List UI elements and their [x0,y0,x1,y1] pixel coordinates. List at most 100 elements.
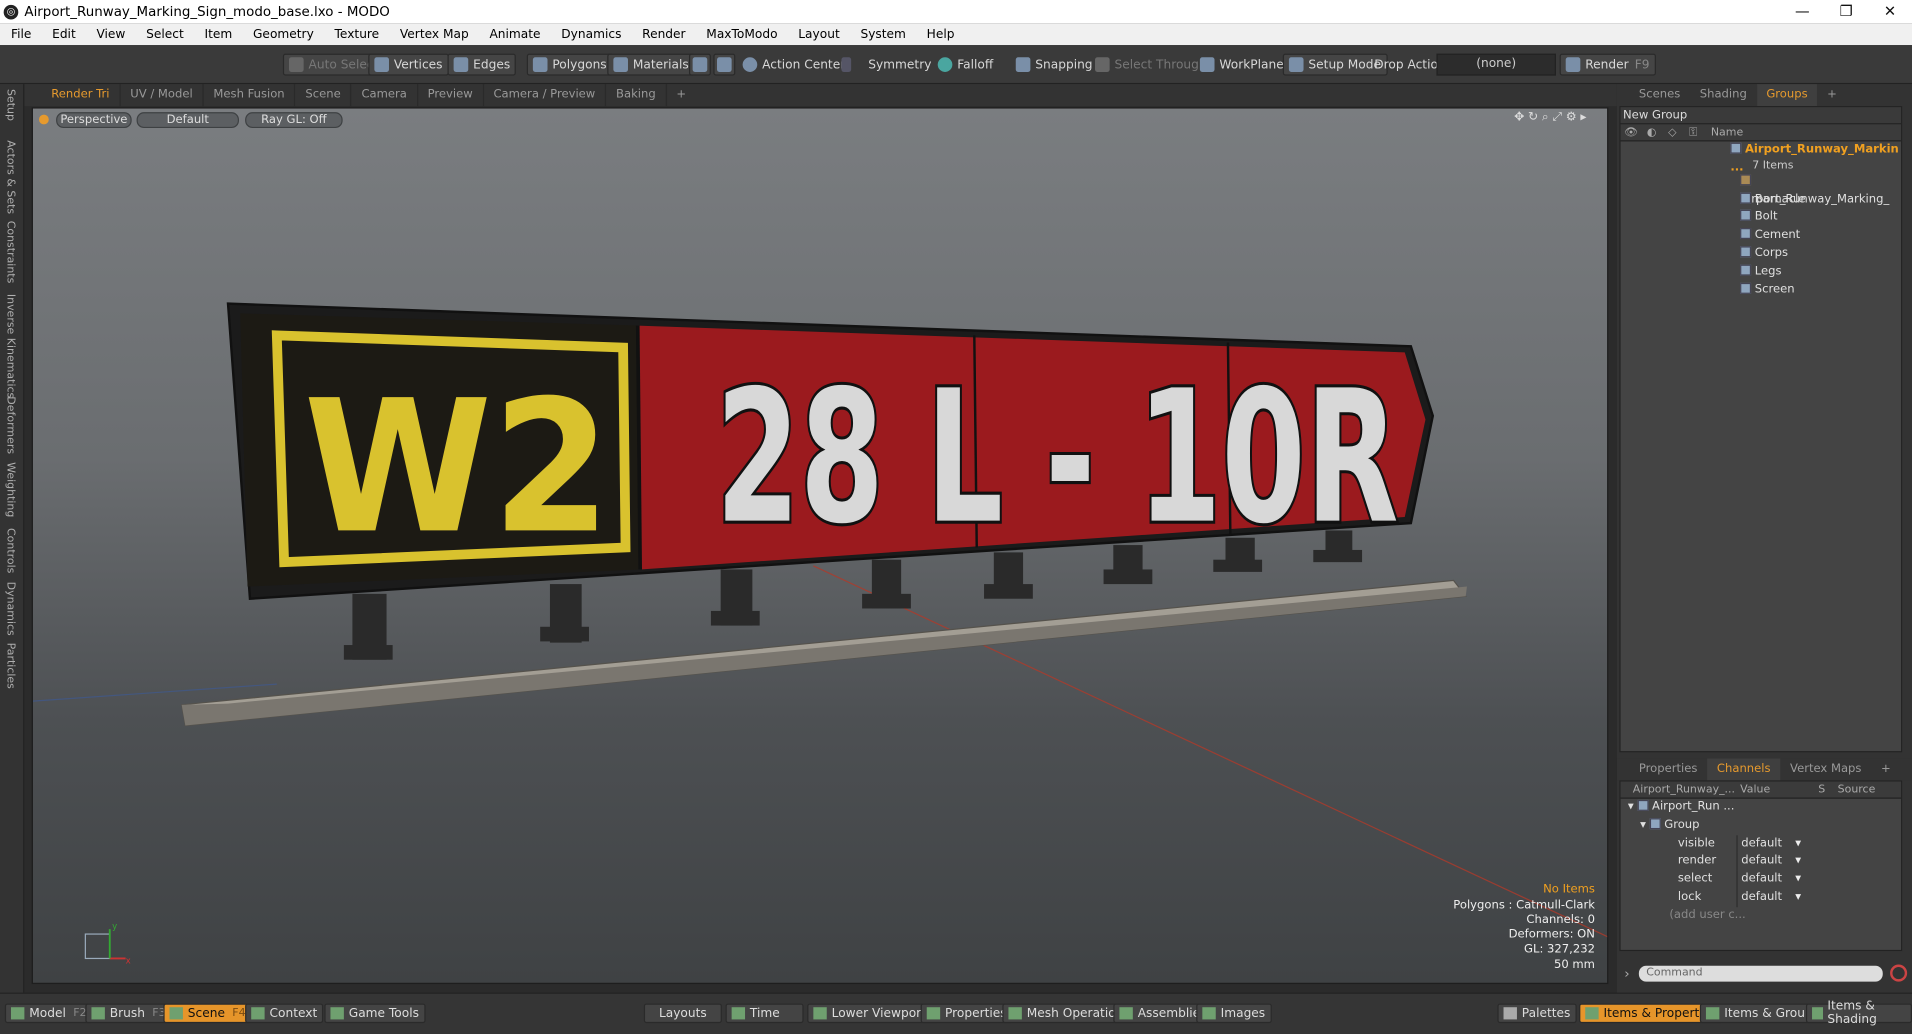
channel-row[interactable]: select default [1621,870,1901,889]
channel-value-select[interactable]: default [1736,870,1803,889]
tab-shading[interactable]: Shading [1690,84,1757,106]
channel-value-select[interactable]: default [1736,888,1803,907]
tab-channels[interactable]: Channels [1707,758,1781,781]
add-panel-tab-button[interactable]: + [1817,84,1846,106]
workplane-button[interactable]: WorkPlane [1195,54,1289,76]
add-user-channel[interactable]: (add user c... [1621,907,1901,925]
menu-view[interactable]: View [85,27,135,40]
layout-brush-button[interactable]: Brush F3 [85,1003,172,1024]
palettes-button[interactable]: Palettes [1497,1003,1577,1024]
tab-scene[interactable]: Scene [296,84,352,107]
tab-particles[interactable]: Particles [4,643,16,689]
properties-button[interactable]: Properties [920,1003,1013,1024]
group-item-row[interactable]: Barnacle [1621,191,1901,209]
menu-system[interactable]: System [849,27,915,40]
tab-deformers[interactable]: Deformers [4,396,16,454]
group-item-row[interactable]: Cement [1621,227,1901,245]
channel-group-row[interactable]: ▾ Group [1621,817,1901,835]
time-button[interactable]: Time [725,1003,804,1024]
tab-setup[interactable]: Setup [4,89,16,121]
menu-edit[interactable]: Edit [41,27,85,40]
minimize-button[interactable]: — [1780,0,1824,23]
3d-viewport[interactable]: Perspective Default Ray GL: Off ✥↻⌕⤢⚙▸ W… [31,107,1609,985]
tab-camera[interactable]: Camera [352,84,418,107]
layout-scene-button[interactable]: Scene F4 [163,1003,252,1024]
tab-mesh-fusion[interactable]: Mesh Fusion [204,84,296,107]
layouts-button[interactable]: Layouts [643,1003,722,1024]
channel-item-row[interactable]: ▾ Airport_Run ... [1621,799,1901,817]
channel-value-select[interactable]: default [1736,834,1803,853]
materials-button[interactable]: Materials [607,53,695,76]
tab-camera-preview[interactable]: Camera / Preview [484,84,607,107]
tab-scenes[interactable]: Scenes [1629,84,1690,106]
menu-animate[interactable]: Animate [478,27,550,40]
vertices-button[interactable]: Vertices [368,53,449,76]
command-expand-icon[interactable]: › [1624,965,1629,981]
menu-item[interactable]: Item [194,27,242,40]
render-button[interactable]: Render F9 [1559,53,1656,76]
channel-row[interactable]: visible default [1621,834,1901,853]
tab-weighting[interactable]: Weighting [4,462,16,517]
mesh-icon [1740,210,1752,222]
tab-preview[interactable]: Preview [418,84,484,107]
menu-dynamics[interactable]: Dynamics [550,27,631,40]
new-group-button[interactable]: New Group [1620,107,1902,125]
tab-properties[interactable]: Properties [1629,758,1707,780]
select-through-button[interactable]: Select Through [1090,54,1211,76]
polygons-button[interactable]: Polygons [526,53,613,76]
tab-actors-sets[interactable]: Actors & Sets [4,140,16,214]
add-tab-button[interactable]: + [667,84,696,106]
vertices-icon [374,57,389,72]
stop-icon[interactable] [1890,964,1908,982]
menu-render[interactable]: Render [631,27,695,40]
layout-game-tools-button[interactable]: Game Tools [324,1003,426,1024]
menu-help[interactable]: Help [916,27,965,40]
edges-icon [453,57,469,72]
tab-constraints[interactable]: Constraints [4,221,16,284]
action-center-button[interactable]: Action Center [738,54,850,76]
tab-baking[interactable]: Baking [606,84,667,107]
svg-text:y: y [112,922,117,932]
layout-model-button[interactable]: Model F2 [4,1003,93,1024]
select-mode-a-button[interactable] [688,53,711,76]
menu-geometry[interactable]: Geometry [242,27,324,40]
menu-file[interactable]: File [0,27,41,40]
tab-render-tri[interactable]: Render Tri [41,84,121,107]
group-item-row[interactable]: Airport_Runway_Marking_ ... [1621,173,1901,224]
lower-viewports-button[interactable]: Lower Viewports [807,1003,939,1024]
tab-inverse-kinematics[interactable]: Inverse Kinematics [4,294,16,398]
layout-context-button[interactable]: Context [245,1003,324,1024]
command-input[interactable]: Command [1638,965,1883,982]
add-props-tab-button[interactable]: + [1871,758,1900,780]
symmetry-button[interactable]: Symmetry [837,54,937,76]
tab-uv-model[interactable]: UV / Model [120,84,204,107]
close-button[interactable]: ✕ [1868,0,1912,23]
menu-texture[interactable]: Texture [324,27,389,40]
images-button[interactable]: Images [1196,1003,1272,1024]
drop-action-select[interactable]: (none) [1436,53,1556,76]
tab-groups[interactable]: Groups [1756,84,1818,107]
tab-vertex-maps[interactable]: Vertex Maps [1780,758,1871,780]
channel-row[interactable]: lock default [1621,888,1901,907]
restore-button[interactable]: ❐ [1824,0,1868,23]
channel-value-select[interactable]: default [1736,852,1803,871]
group-item-row[interactable]: Bolt [1621,209,1901,227]
falloff-button[interactable]: Falloff [933,54,998,76]
tab-dynamics[interactable]: Dynamics [4,582,16,636]
channel-row[interactable]: render default [1621,852,1901,871]
items-shading-button[interactable]: Items & Shading [1805,1000,1912,1027]
select-mode-b-button[interactable] [713,53,736,76]
group-item-row[interactable]: Legs [1621,263,1901,281]
edges-button[interactable]: Edges [447,53,517,76]
menu-vertex-map[interactable]: Vertex Map [389,27,479,40]
group-root-row[interactable]: Airport_Runway_Markin ... [1621,141,1901,174]
tab-controls[interactable]: Controls [4,528,16,573]
assemblies-icon [1119,1007,1133,1020]
group-item-row[interactable]: Screen [1621,281,1901,299]
menu-maxtomodo[interactable]: MaxToModo [695,27,787,40]
menu-layout[interactable]: Layout [787,27,849,40]
snapping-button[interactable]: Snapping [1011,54,1098,76]
group-item-row[interactable]: Corps [1621,245,1901,263]
visibility-col-icon: 👁 [1623,126,1638,140]
menu-select[interactable]: Select [135,27,193,40]
